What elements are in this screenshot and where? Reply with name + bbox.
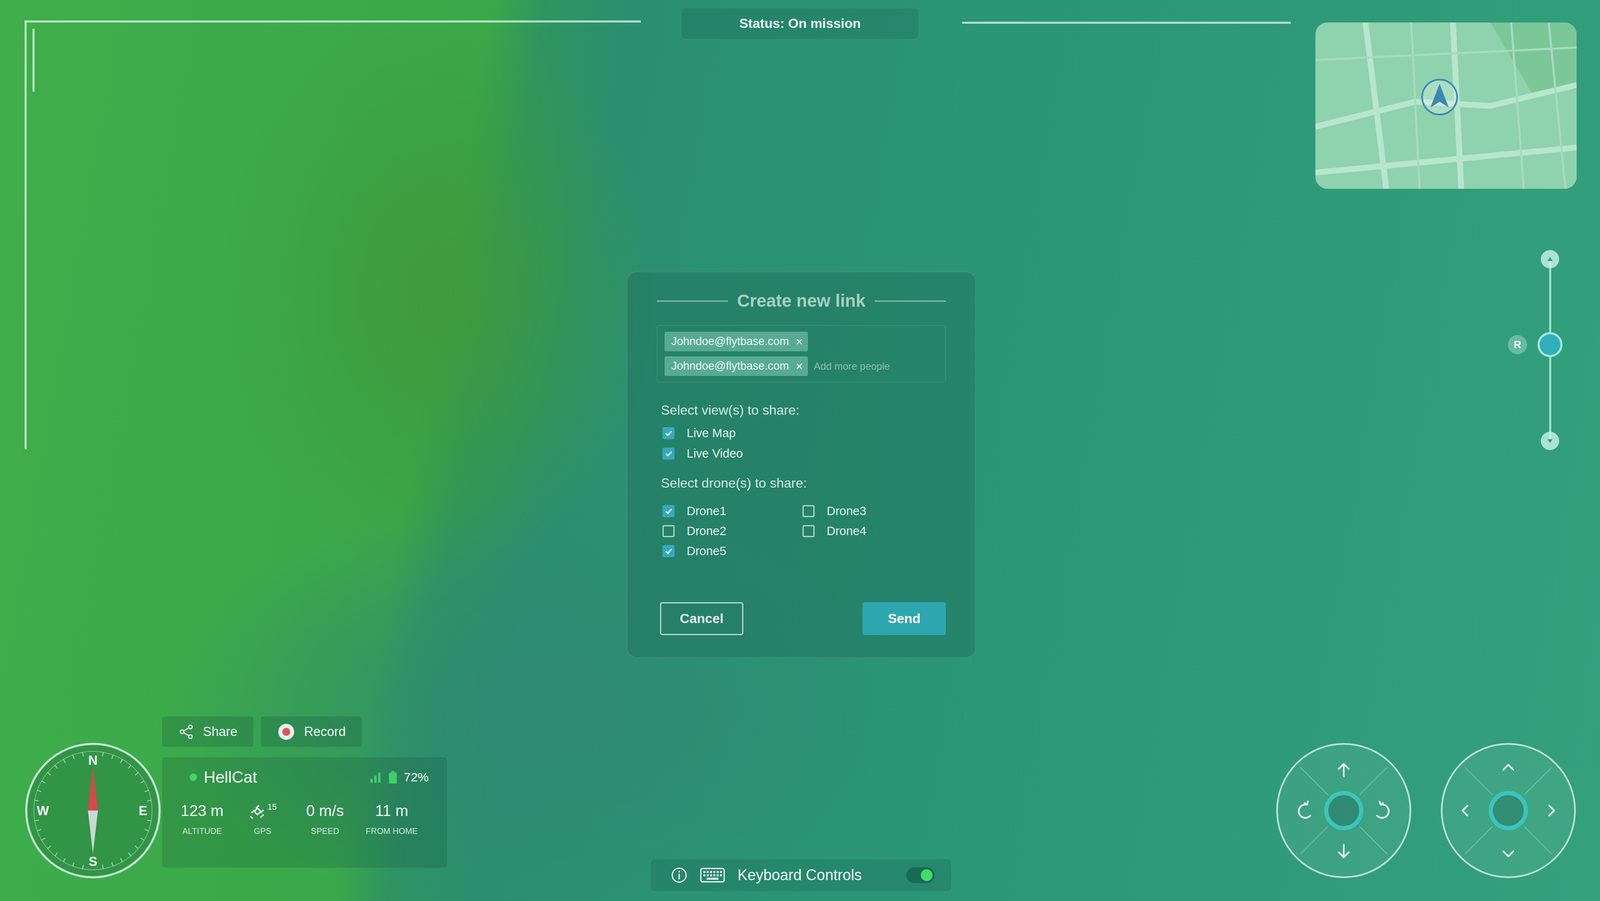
keyboard-icon: [700, 867, 725, 883]
drone-option[interactable]: Drone4: [802, 524, 943, 538]
telemetry-stat: 15GPS: [231, 802, 294, 836]
satellite-icon: [248, 802, 267, 821]
frame-line: [962, 21, 1291, 24]
create-link-dialog: Create new linkJohndoe@flytbase.com×John…: [626, 271, 976, 658]
dialog-title: Create new link: [737, 290, 866, 311]
compass-west: W: [36, 803, 50, 818]
arrow-up-icon: [1546, 255, 1554, 263]
rotation-joystick[interactable]: [1275, 742, 1413, 879]
frame-line: [24, 20, 27, 450]
share-icon: [177, 723, 195, 740]
telemetry-stat: 11 mFROM HOME: [356, 802, 428, 836]
drone-option[interactable]: Drone3: [802, 504, 943, 518]
status-dot: [189, 773, 198, 781]
views-label: Select view(s) to share:: [656, 402, 946, 418]
view-option[interactable]: Live Video: [662, 446, 946, 461]
remove-recipient-button[interactable]: ×: [795, 335, 804, 348]
battery-icon: [388, 770, 398, 784]
check-icon: [664, 507, 673, 516]
compass: N E S W: [24, 742, 162, 879]
compass-south: S: [88, 854, 98, 869]
zoom-slider[interactable]: R: [1537, 250, 1563, 450]
share-button[interactable]: Share: [162, 716, 254, 747]
view-option[interactable]: Live Map: [662, 426, 946, 440]
mini-map[interactable]: [1315, 22, 1577, 189]
check-icon: [664, 429, 673, 438]
checkbox[interactable]: [662, 505, 675, 518]
movement-joystick[interactable]: [1440, 742, 1577, 879]
send-button[interactable]: Send: [862, 602, 946, 635]
keyboard-controls-bar: Keyboard Controls: [650, 859, 952, 891]
arrow-down-icon: [1546, 437, 1554, 445]
record-icon: [276, 722, 296, 742]
checkbox[interactable]: [662, 427, 675, 440]
record-button[interactable]: Record: [260, 716, 362, 747]
recipient-chip: Johndoe@flytbase.com×: [664, 331, 808, 352]
recipient-field[interactable]: Johndoe@flytbase.com× Johndoe@flytbase.co…: [656, 325, 946, 383]
slider-up-button[interactable]: [1540, 250, 1560, 269]
drones-label: Select drone(s) to share:: [656, 475, 946, 491]
drone-option[interactable]: Drone1: [662, 504, 803, 518]
checkbox[interactable]: [662, 447, 675, 460]
title-line: [656, 300, 728, 302]
frame-line: [32, 28, 35, 92]
telemetry-stat: 123 mALTITUDE: [172, 802, 232, 836]
add-people-input[interactable]: Add more people: [813, 360, 938, 373]
checkbox[interactable]: [662, 545, 675, 558]
reset-badge[interactable]: R: [1507, 335, 1528, 355]
recipient-chip: Johndoe@flytbase.com×: [664, 356, 808, 376]
joystick-rotate-icon: [1275, 742, 1413, 879]
mission-status: Status: On mission: [681, 8, 919, 39]
drone-option[interactable]: Drone5: [662, 544, 803, 558]
compass-east: E: [138, 803, 148, 818]
joystick-move-icon: [1440, 742, 1577, 879]
title-line: [874, 300, 946, 302]
map-tile-icon: [1315, 22, 1577, 189]
checkbox[interactable]: [802, 505, 815, 518]
signal-icon: [369, 770, 383, 784]
info-icon[interactable]: [670, 866, 688, 884]
slider-knob[interactable]: [1537, 332, 1563, 358]
remove-recipient-button[interactable]: ×: [795, 360, 804, 373]
telemetry-stat: 0 m/sSPEED: [293, 802, 357, 836]
drone-option[interactable]: Drone2: [662, 524, 803, 538]
frame-line: [24, 20, 641, 23]
compass-north: N: [88, 752, 98, 768]
cancel-button[interactable]: Cancel: [660, 602, 744, 635]
check-icon: [664, 449, 673, 458]
check-icon: [664, 547, 673, 556]
video-feed: Status: On mission R Create new link Johndo…: [0, 0, 1600, 901]
compass-dial-icon: N E S W: [24, 742, 162, 879]
battery-level: 72%: [403, 770, 429, 785]
toggle-knob: [920, 869, 933, 881]
checkbox[interactable]: [802, 525, 815, 538]
checkbox[interactable]: [662, 525, 675, 538]
keyboard-controls-label: Keyboard Controls: [737, 866, 894, 884]
drone-name: HellCat: [203, 767, 363, 787]
telemetry-panel: HellCat 72% 123 mALTITUDE15GPS0 m/sSPEED11…: [162, 757, 448, 868]
slider-down-button[interactable]: [1540, 431, 1560, 450]
keyboard-controls-toggle[interactable]: [906, 867, 935, 883]
